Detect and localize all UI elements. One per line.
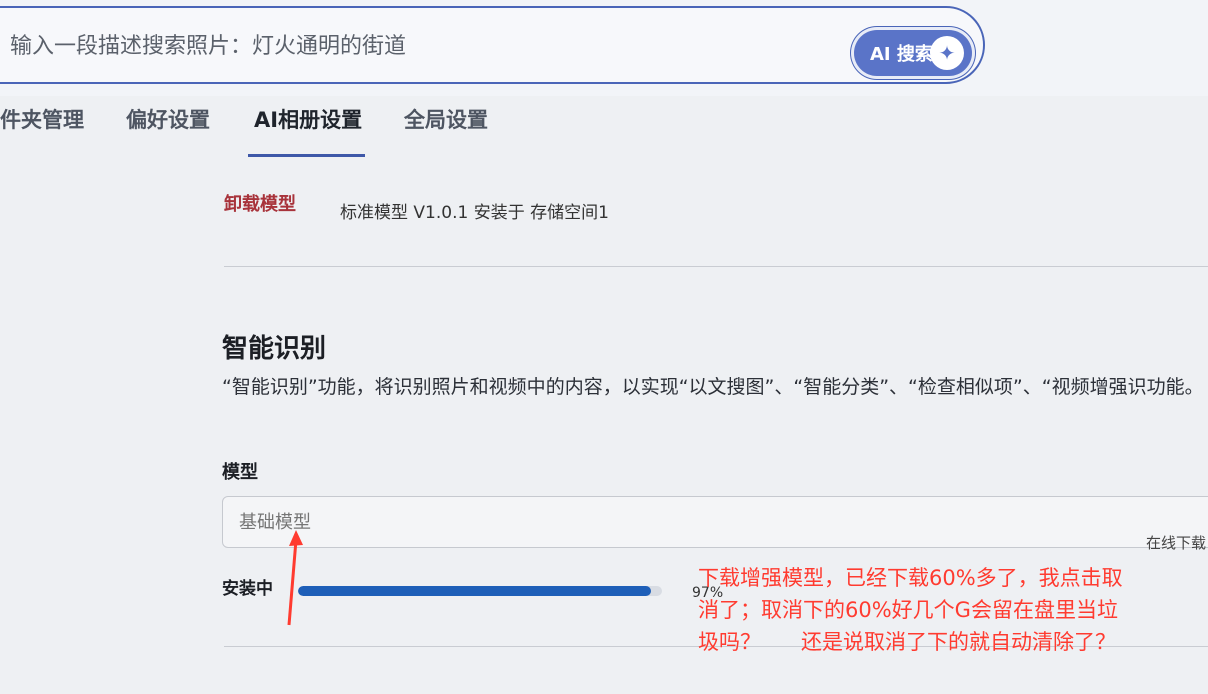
search-box[interactable]: 输入一段描述搜索照片：灯火通明的街道 [0,6,985,84]
top-bar: 输入一段描述搜索照片：灯火通明的街道 AI 搜索 ✦ [0,0,1208,96]
model-label: 模型 [222,462,258,483]
ai-search-button[interactable]: AI 搜索 ✦ [854,30,972,76]
section-title: 智能识别 [222,334,327,364]
install-progress-fill [298,586,652,596]
sparkle-icon: ✦ [930,36,964,70]
installing-label: 安装中 [222,579,273,599]
search-input[interactable]: 输入一段描述搜索照片：灯火通明的街道 [10,28,406,60]
settings-tabs: 件夹管理 偏好设置 AI相册设置 全局设置 [0,100,1208,160]
tab-preferences[interactable]: 偏好设置 [126,104,210,134]
ai-search-label: AI 搜索 [870,44,933,65]
divider [224,266,1208,267]
tab-ai-album-settings[interactable]: AI相册设置 [254,104,362,134]
tab-folder-management[interactable]: 件夹管理 [0,104,84,134]
annotation-note: 下载增强模型，已经下载60%多了，我点击取消了；取消下的60%好几个G会留在盘里… [698,566,1123,654]
active-tab-indicator [248,154,365,157]
section-description: “智能识别”功能，将识别照片和视频中的内容，以实现“以文搜图”、“智能分类”、“… [222,376,1204,398]
tab-global-settings[interactable]: 全局设置 [404,104,488,134]
uninstall-model-link[interactable]: 卸载模型 [224,190,296,216]
online-download-link[interactable]: 在线下载 [1146,532,1206,553]
model-select[interactable] [222,496,1208,548]
install-progress-bar [298,586,662,596]
annotation-arrow-icon [287,530,303,626]
installed-model-info: 标准模型 V1.0.1 安装于 存储空间1 [340,203,609,223]
